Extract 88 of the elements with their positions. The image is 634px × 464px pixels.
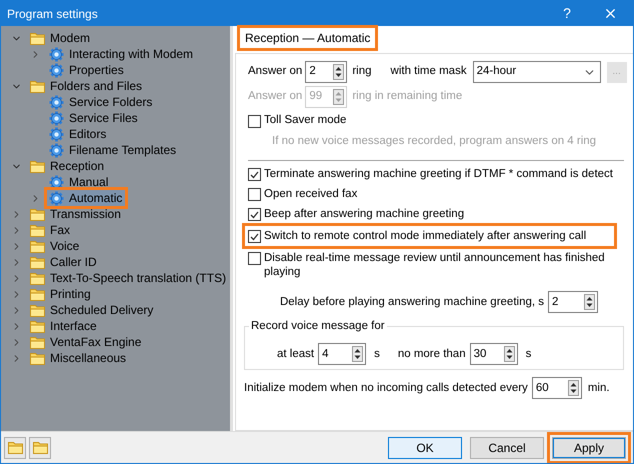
spin-arrows-icon[interactable]	[352, 346, 364, 362]
checkmark-icon	[250, 210, 259, 219]
checkbox-label: Beep after answering machine greeting	[264, 207, 466, 222]
checkbox[interactable]	[248, 188, 261, 202]
checkbox[interactable]	[248, 168, 261, 182]
tree-item[interactable]: VentaFax Engine	[28, 334, 144, 350]
field-label: Answer on	[248, 64, 302, 80]
folder-icon	[30, 80, 45, 92]
folder-icon	[30, 272, 45, 284]
field-label: at least	[277, 346, 314, 362]
tree-item[interactable]: Properties	[47, 62, 127, 78]
field-label: no more than	[398, 346, 466, 362]
field-label: Initialize modem when no incoming calls detected every	[244, 380, 528, 396]
gear-icon	[49, 110, 64, 126]
tree-item[interactable]: Filename Templates	[47, 142, 180, 158]
field-label: with time mask	[390, 64, 467, 80]
tree-item[interactable]: Automatic	[47, 190, 126, 206]
checkmark-icon	[250, 170, 259, 179]
unit-label: ring	[352, 64, 372, 80]
tree-item[interactable]: Printing	[28, 286, 94, 302]
folder-icon	[30, 160, 45, 172]
checkbox[interactable]	[248, 208, 261, 222]
checkbox-label: Disable real-time message review until announcement has finished playing	[264, 251, 606, 280]
unit-label: min.	[588, 380, 610, 396]
gear-icon	[49, 46, 64, 62]
hint-text: If no new voice messages recorded, program answers on 4 ring	[271, 134, 598, 149]
folder-icon	[30, 256, 45, 268]
folder-button[interactable]	[29, 436, 51, 458]
panel-title: Reception — Automatic	[237, 25, 378, 51]
tree-item[interactable]: Miscellaneous	[28, 350, 130, 366]
spin-arrows-icon[interactable]	[584, 294, 595, 310]
gear-icon	[49, 94, 64, 110]
checkbox[interactable]	[248, 230, 261, 244]
folder-icon	[30, 240, 45, 252]
spin-arrows-icon[interactable]	[504, 346, 515, 362]
spin-arrows-icon[interactable]	[333, 64, 344, 80]
time-mask-dropdown[interactable]: 24-hour	[472, 61, 601, 83]
folder-button[interactable]	[4, 436, 26, 458]
spin-field[interactable]: 2	[305, 61, 348, 83]
tree-item[interactable]: Service Folders	[47, 94, 156, 110]
folder-icon	[30, 336, 45, 348]
gear-icon	[49, 62, 64, 78]
field-label: Answer on	[248, 89, 302, 104]
tree-item[interactable]: Editors	[47, 126, 110, 142]
folder-icon	[30, 352, 45, 364]
tree-item[interactable]: Transmission	[28, 206, 124, 222]
unit-label: s	[526, 346, 532, 362]
spin-field[interactable]: 4	[318, 343, 366, 366]
gear-icon	[49, 190, 64, 206]
dialog-button[interactable]: OK	[388, 436, 462, 458]
help-button[interactable]: ?	[547, 1, 587, 26]
checkbox[interactable]	[248, 114, 261, 128]
folder-icon	[30, 320, 45, 332]
tree-item[interactable]: Modem	[28, 30, 94, 46]
field-label: Delay before playing answering machine greeting, s	[280, 294, 544, 310]
folder-icon	[30, 224, 45, 236]
window-title: Program settings	[6, 6, 99, 22]
tree-item[interactable]: Reception	[28, 158, 108, 174]
folder-icon	[30, 304, 45, 316]
checkmark-icon	[250, 232, 259, 241]
folder-icon	[8, 441, 22, 454]
folder-icon	[30, 288, 45, 300]
tree-item[interactable]: Interacting with Modem	[47, 46, 196, 62]
unit-label: s	[374, 346, 380, 362]
gear-icon	[49, 142, 64, 158]
checkbox-label: Terminate answering machine greeting if DTMF * command is detect	[264, 167, 614, 182]
checkbox[interactable]	[248, 252, 261, 266]
folder-icon	[32, 441, 48, 454]
tree-item[interactable]: Interface	[28, 318, 100, 334]
checkbox-label: Switch to remote control mode immediately after answering call	[264, 229, 588, 244]
tree-item[interactable]: Folders and Files	[28, 78, 146, 94]
tree-item[interactable]: Scheduled Delivery	[28, 302, 156, 318]
tree-item[interactable]: Caller ID	[28, 254, 100, 270]
spin-field[interactable]: 2	[548, 291, 598, 314]
spin-arrows-icon[interactable]	[568, 380, 579, 396]
dialog-button[interactable]: Cancel	[470, 436, 544, 458]
tree-item[interactable]: Voice	[28, 238, 82, 254]
gear-icon	[49, 126, 64, 142]
checkbox-label: Toll Saver mode	[264, 113, 346, 128]
tree-item[interactable]: Text-To-Speech translation (TTS)	[28, 270, 230, 286]
folder-icon	[30, 32, 45, 44]
tree-item[interactable]: Fax	[28, 222, 74, 238]
unit-label: ring in remaining time	[352, 89, 462, 104]
checkbox-label: Open received fax	[264, 187, 358, 202]
tree-item[interactable]: Service Files	[47, 110, 141, 126]
spin-field[interactable]: 30	[470, 343, 518, 366]
spin-field[interactable]: 60	[532, 377, 582, 400]
folder-icon	[30, 208, 45, 220]
